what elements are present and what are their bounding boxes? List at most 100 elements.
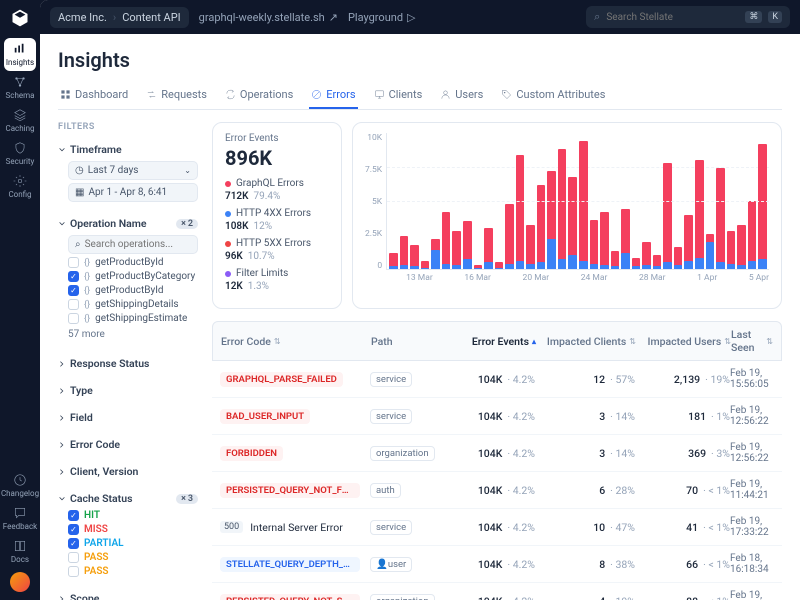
- chart-bar[interactable]: [442, 212, 451, 269]
- chart-bar[interactable]: [526, 225, 535, 269]
- table-row[interactable]: 500Internal Server Error service 104K · …: [212, 509, 782, 546]
- operation-option[interactable]: {}getProductById: [68, 257, 198, 268]
- tab-operations[interactable]: Operations: [223, 82, 295, 109]
- checkbox[interactable]: [68, 524, 79, 535]
- chart-bar[interactable]: [684, 215, 693, 269]
- operation-option[interactable]: {}getProductByCategory: [68, 271, 198, 282]
- chart-bar[interactable]: [558, 149, 567, 269]
- operation-search-input[interactable]: [85, 239, 218, 250]
- rail-schema[interactable]: Schema: [4, 71, 36, 104]
- col-error-code[interactable]: Error Code⇅: [221, 328, 371, 354]
- chart-bar[interactable]: [579, 141, 588, 269]
- checkbox[interactable]: [68, 299, 79, 310]
- timeframe-range-input[interactable]: ▦ Apr 1 - Apr 8, 6:41: [68, 183, 198, 202]
- timeframe-preset-select[interactable]: ◷ Last 7 days ⌄: [68, 161, 198, 180]
- cache-option[interactable]: HIT: [68, 510, 198, 521]
- table-row[interactable]: PERSISTED_QUERY_NOT_SUPPORTED organizati…: [212, 583, 782, 600]
- chart-bar[interactable]: [484, 228, 493, 269]
- col-last-seen[interactable]: Last Seen⇅: [731, 328, 773, 354]
- tab-dashboard[interactable]: Dashboard: [58, 82, 130, 109]
- chart-bar[interactable]: [590, 220, 599, 269]
- chart-bar[interactable]: [495, 262, 504, 269]
- tab-custom-attributes[interactable]: Custom Attributes: [499, 82, 607, 109]
- cache-option[interactable]: PASS: [68, 566, 198, 577]
- chart-bar[interactable]: [758, 144, 767, 269]
- filter-client-version-head[interactable]: Client, Version: [58, 462, 198, 481]
- playground-link[interactable]: Playground ▷: [348, 11, 416, 24]
- tab-errors[interactable]: Errors: [309, 82, 357, 109]
- chart-bar[interactable]: [537, 185, 546, 269]
- filter-error-code-head[interactable]: Error Code: [58, 435, 198, 454]
- chart-bar[interactable]: [737, 225, 746, 269]
- chart-bar[interactable]: [642, 242, 651, 269]
- avatar[interactable]: [10, 572, 30, 592]
- chart-bar[interactable]: [505, 204, 514, 269]
- rail-security[interactable]: Security: [4, 137, 36, 170]
- filter-timeframe-head[interactable]: Timeframe: [58, 140, 198, 159]
- chart-bar[interactable]: [516, 155, 525, 269]
- chart-bar[interactable]: [400, 236, 409, 269]
- cache-option[interactable]: MISS: [68, 524, 198, 535]
- search-input[interactable]: [606, 12, 739, 23]
- chart-bar[interactable]: [663, 163, 672, 269]
- rail-feedback[interactable]: Feedback: [4, 502, 36, 535]
- filter-field-head[interactable]: Field: [58, 408, 198, 427]
- table-row[interactable]: FORBIDDEN organization 104K · 4.2% 3 · 1…: [212, 435, 782, 472]
- filter-count-badge[interactable]: ×2: [176, 219, 198, 229]
- col-error-events[interactable]: Error Events▴: [446, 328, 536, 354]
- col-impacted-clients[interactable]: Impacted Clients⇅: [536, 328, 636, 354]
- show-more[interactable]: 57 more: [68, 327, 198, 342]
- checkbox[interactable]: [68, 538, 79, 549]
- filter-scope-head[interactable]: Scope: [58, 589, 198, 600]
- cache-option[interactable]: PARTIAL: [68, 538, 198, 549]
- operation-option[interactable]: {}getShippingEstimate: [68, 313, 198, 324]
- checkbox[interactable]: [68, 285, 79, 296]
- chart-bar[interactable]: [706, 234, 715, 269]
- rail-config[interactable]: Config: [4, 170, 36, 203]
- checkbox[interactable]: [68, 313, 79, 324]
- filter-response-status-head[interactable]: Response Status: [58, 354, 198, 373]
- filter-count-badge[interactable]: ×3: [176, 494, 198, 504]
- chart-bar[interactable]: [716, 168, 725, 269]
- chart-bar[interactable]: [621, 209, 630, 269]
- chart-bar[interactable]: [452, 231, 461, 269]
- chart-bar[interactable]: [421, 261, 430, 269]
- tab-clients[interactable]: Clients: [372, 82, 425, 109]
- chart-bar[interactable]: [431, 239, 440, 269]
- chart-bar[interactable]: [748, 201, 757, 269]
- rail-insights[interactable]: Insights: [4, 38, 36, 71]
- chart-bar[interactable]: [632, 258, 641, 269]
- brand-logo[interactable]: [10, 8, 30, 28]
- tab-requests[interactable]: Requests: [144, 82, 209, 109]
- chart-bar[interactable]: [547, 171, 556, 269]
- rail-changelog[interactable]: Changelog: [4, 469, 36, 502]
- operation-option[interactable]: {}getProductById: [68, 285, 198, 296]
- table-row[interactable]: STELLATE_QUERY_DEPTH_LIMIT 👤user 104K · …: [212, 546, 782, 583]
- checkbox[interactable]: [68, 566, 79, 577]
- chart-bar[interactable]: [611, 251, 620, 269]
- table-row[interactable]: GRAPHQL_PARSE_FAILED service 104K · 4.2%…: [212, 361, 782, 398]
- endpoint-link[interactable]: graphql-weekly.stellate.sh ↗: [199, 11, 338, 24]
- checkbox[interactable]: [68, 257, 79, 268]
- filter-type-head[interactable]: Type: [58, 381, 198, 400]
- checkbox[interactable]: [68, 510, 79, 521]
- operation-search[interactable]: ⌕: [68, 235, 198, 254]
- breadcrumb[interactable]: Acme Inc. › Content API: [50, 7, 189, 28]
- chart-bar[interactable]: [674, 247, 683, 269]
- chart-bar[interactable]: [463, 221, 472, 269]
- tab-users[interactable]: Users: [438, 82, 485, 109]
- checkbox[interactable]: [68, 271, 79, 282]
- operation-option[interactable]: {}getShippingDetails: [68, 299, 198, 310]
- chart-bar[interactable]: [389, 253, 398, 269]
- filter-cache-head[interactable]: Cache Status ×3: [58, 489, 198, 508]
- checkbox[interactable]: [68, 552, 79, 563]
- rail-caching[interactable]: Caching: [4, 104, 36, 137]
- rail-docs[interactable]: Docs: [4, 535, 36, 568]
- chart-bar[interactable]: [568, 177, 577, 269]
- chart-bar[interactable]: [600, 212, 609, 269]
- chart-bar[interactable]: [695, 160, 704, 269]
- table-row[interactable]: BAD_USER_INPUT service 104K · 4.2% 3 · 1…: [212, 398, 782, 435]
- filter-opname-head[interactable]: Operation Name ×2: [58, 214, 198, 233]
- chart-bars[interactable]: [386, 133, 769, 270]
- cache-option[interactable]: PASS: [68, 552, 198, 563]
